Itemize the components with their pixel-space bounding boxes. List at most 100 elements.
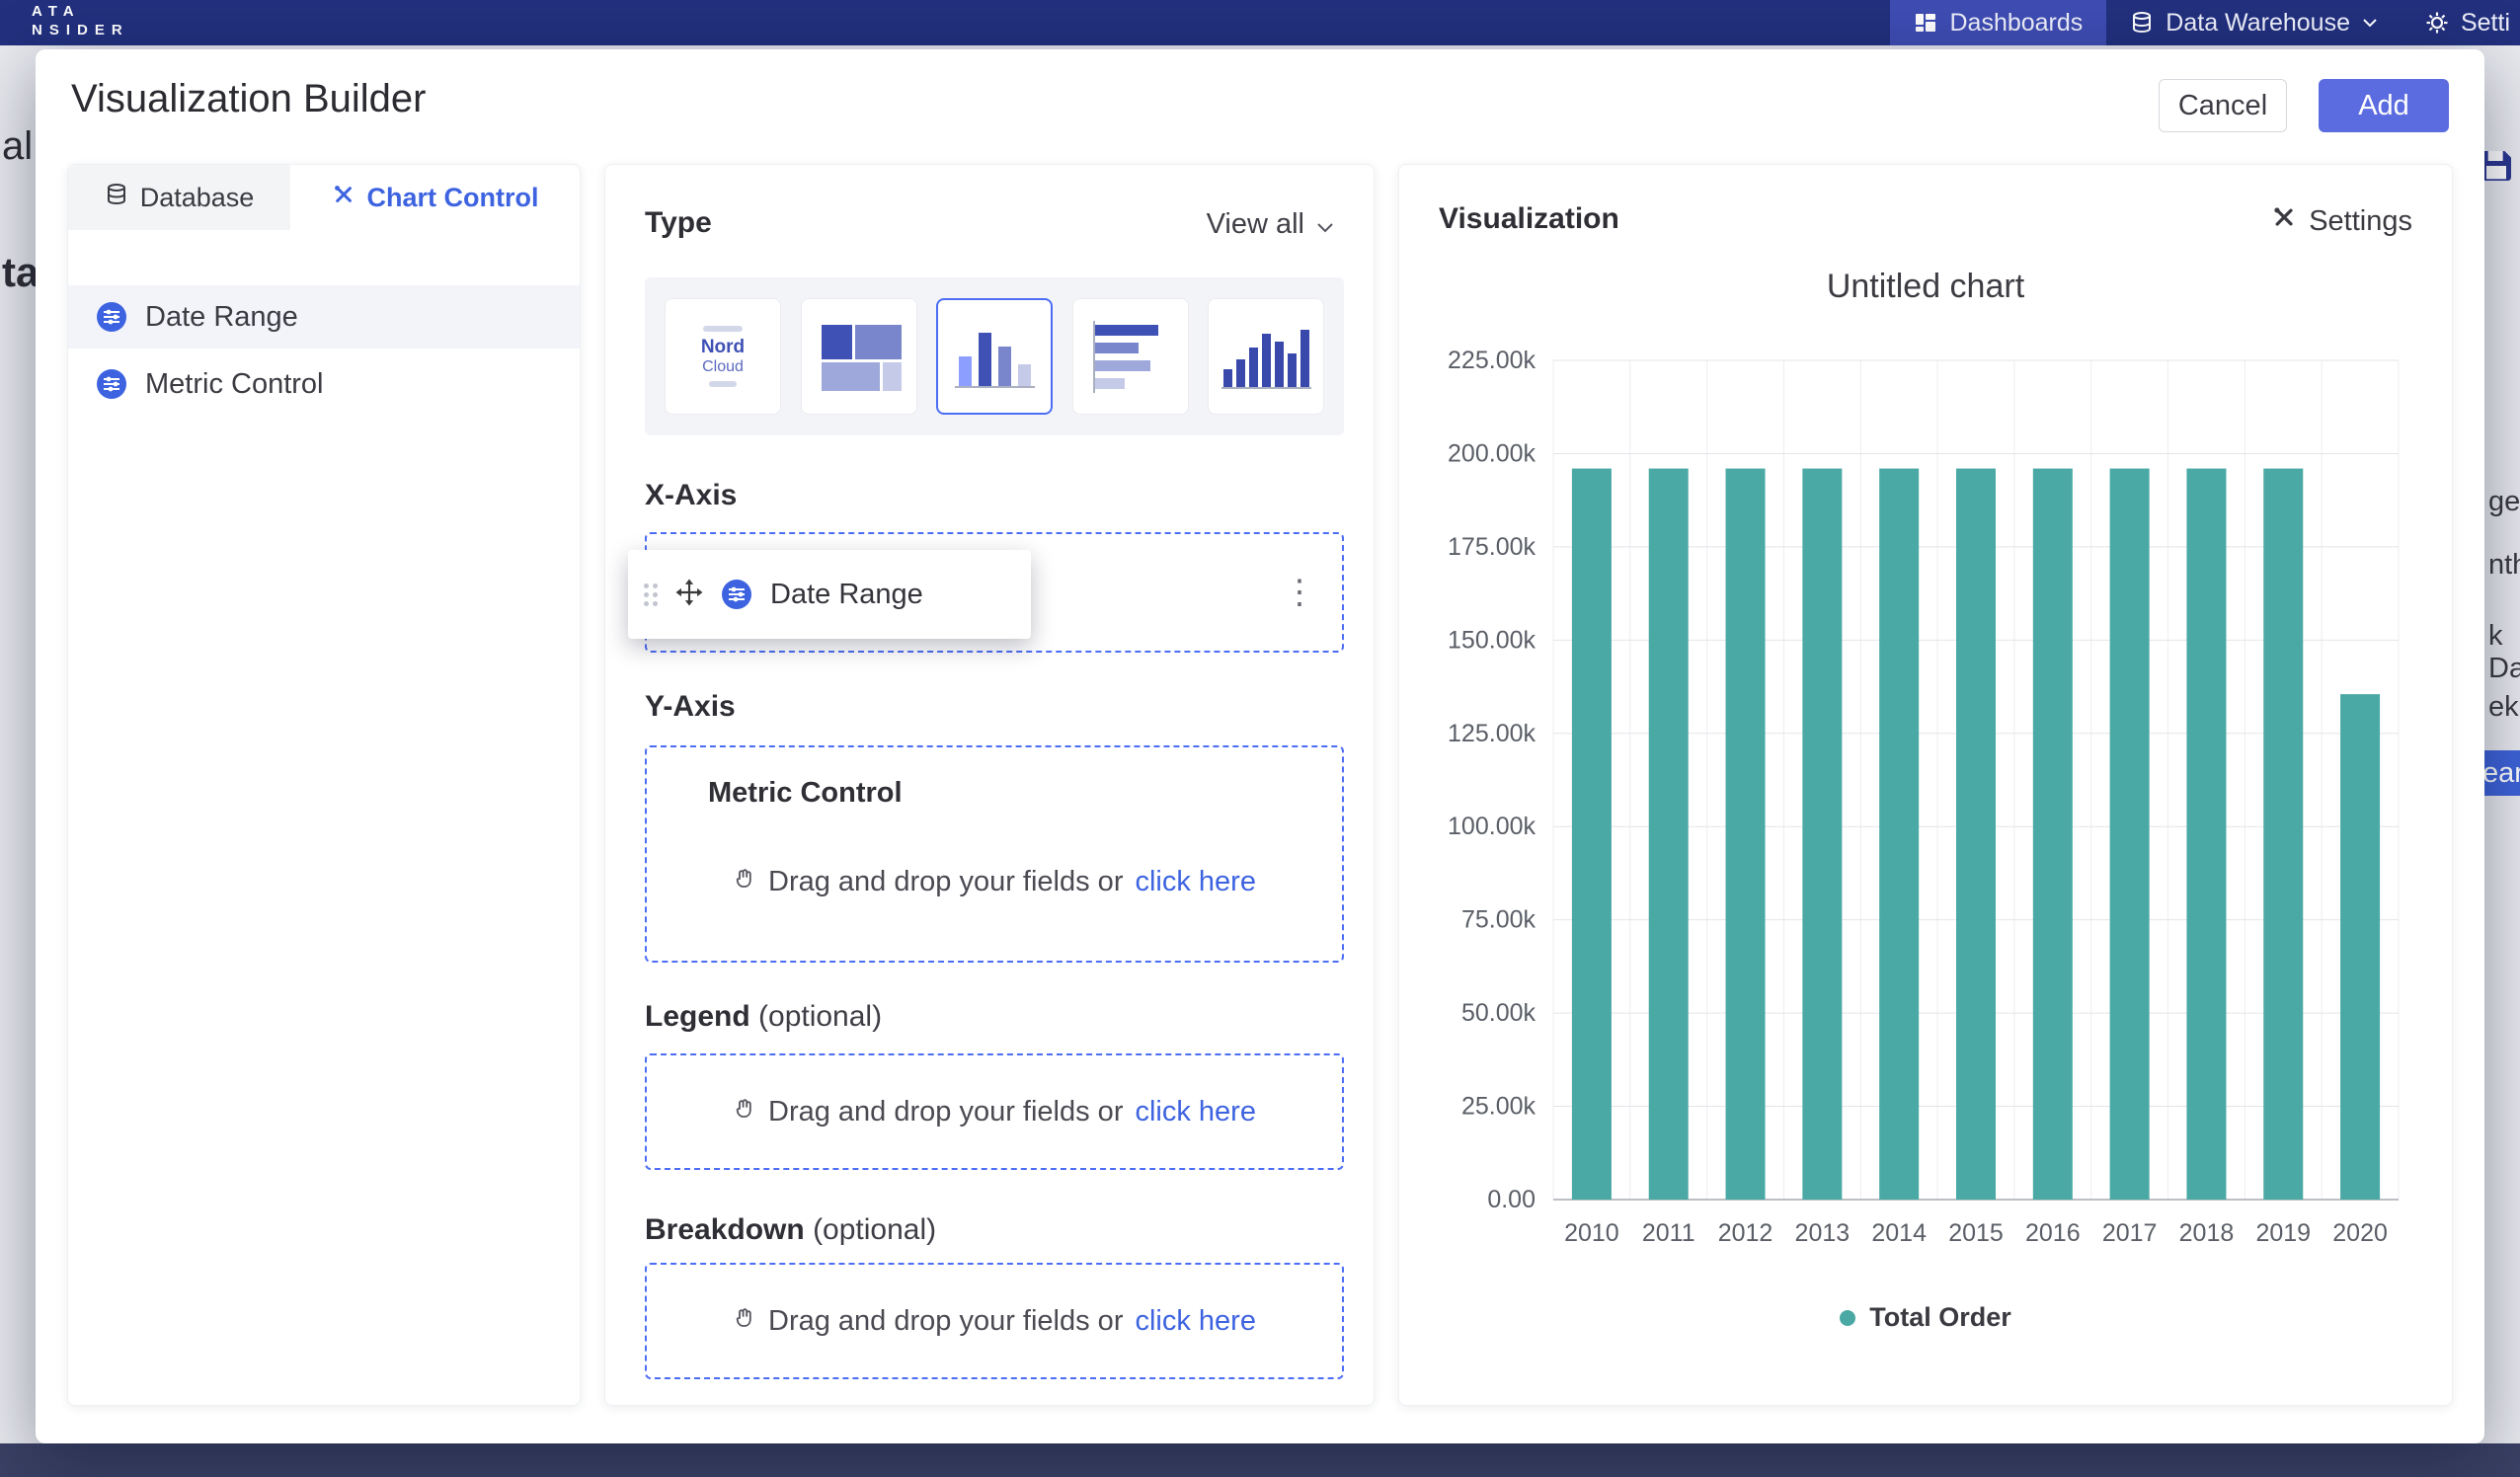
- chart-area: 0.0025.00k50.00k75.00k100.00k125.00k150.…: [1427, 327, 2424, 1280]
- x-tick-label: 2010: [1564, 1219, 1619, 1247]
- y-tick-label: 125.00k: [1448, 720, 1536, 747]
- horizontal-bar-icon: [1093, 321, 1168, 393]
- chart-bar: [1726, 469, 1766, 1200]
- chart-bar: [2033, 469, 2073, 1200]
- legend-series-label: Total Order: [1869, 1302, 2011, 1333]
- chart-type-bar[interactable]: [936, 298, 1053, 415]
- chart-type-column[interactable]: [1208, 298, 1324, 415]
- dragged-field-chip[interactable]: Date Range: [628, 550, 1031, 639]
- x-tick-label: 2013: [1795, 1219, 1851, 1247]
- drag-hand-icon: [733, 1305, 756, 1338]
- nav-data-warehouse-label: Data Warehouse: [2166, 9, 2350, 38]
- chart-type-list: Nord Cloud: [645, 277, 1344, 435]
- x-tick-label: 2014: [1871, 1219, 1927, 1247]
- chart-type-treemap[interactable]: [801, 298, 917, 415]
- x-tick-label: 2018: [2179, 1219, 2235, 1247]
- background-text-fragment: nthly: [2488, 549, 2520, 582]
- y-axis-section-label: Y-Axis: [645, 690, 736, 724]
- x-tick-label: 2017: [2102, 1219, 2158, 1247]
- nav-settings[interactable]: Setti: [2402, 0, 2520, 45]
- visualization-panel: Visualization Settings Untitled chart 0.…: [1398, 164, 2453, 1406]
- y-tick-label: 100.00k: [1448, 813, 1536, 840]
- drag-hand-icon: [733, 866, 756, 898]
- x-tick-label: 2016: [2025, 1219, 2081, 1247]
- settings-button[interactable]: Settings: [2271, 204, 2412, 238]
- y-tick-label: 175.00k: [1448, 533, 1536, 561]
- chart-bar: [1572, 469, 1612, 1200]
- tools-icon: [332, 183, 355, 213]
- app-footer: [0, 1443, 2520, 1477]
- legend-section-label: Legend (optional): [645, 1000, 882, 1034]
- breakdown-dropzone[interactable]: Drag and drop your fields or click here: [645, 1263, 1344, 1379]
- y-axis-dropzone[interactable]: Metric Control Drag and drop your fields…: [645, 745, 1344, 963]
- field-item-label: Date Range: [145, 301, 298, 334]
- cancel-button[interactable]: Cancel: [2159, 79, 2287, 132]
- nav-settings-label: Setti: [2461, 9, 2510, 38]
- field-item-metric-control[interactable]: Metric Control: [68, 352, 580, 416]
- drop-hint-text: Drag and drop your fields or: [768, 866, 1123, 898]
- click-here-link[interactable]: click here: [1135, 866, 1256, 898]
- tab-database-label: Database: [140, 183, 255, 213]
- nav-dashboards-label: Dashboards: [1949, 9, 2083, 38]
- breakdown-section-label: Breakdown (optional): [645, 1213, 936, 1247]
- warehouse-icon: [2130, 11, 2154, 35]
- x-tick-label: 2012: [1718, 1219, 1773, 1247]
- y-tick-label: 75.00k: [1461, 906, 1536, 934]
- chart-legend: Total Order: [1399, 1302, 2452, 1333]
- drop-hint: Drag and drop your fields or click here: [647, 866, 1342, 898]
- visualization-builder-modal: Visualization Builder Cancel Add Databas…: [36, 49, 2484, 1443]
- move-icon: [675, 579, 703, 611]
- drop-hint: Drag and drop your fields or click here: [733, 1096, 1256, 1128]
- click-here-link[interactable]: click here: [1135, 1096, 1256, 1128]
- drop-hint-text: Drag and drop your fields or: [768, 1305, 1123, 1338]
- type-section-label: Type: [645, 206, 712, 240]
- view-all-dropdown[interactable]: View all: [1207, 208, 1334, 241]
- x-tick-label: 2019: [2255, 1219, 2311, 1247]
- background-text-fragment: ekly: [2488, 691, 2520, 724]
- background-text-fragment: al: [2, 124, 33, 169]
- chart-type-wordcloud[interactable]: Nord Cloud: [665, 298, 781, 415]
- chart-bar: [2340, 694, 2380, 1200]
- control-icon: [96, 301, 127, 333]
- nav-dashboards[interactable]: Dashboards: [1890, 0, 2106, 45]
- x-tick-label: 2015: [1948, 1219, 2004, 1247]
- tab-chart-control-label: Chart Control: [367, 183, 539, 213]
- legend-dropzone[interactable]: Drag and drop your fields or click here: [645, 1053, 1344, 1170]
- drag-hand-icon: [733, 1096, 756, 1128]
- y-tick-label: 50.00k: [1461, 999, 1536, 1027]
- app-logo: ATA NSIDER: [32, 2, 129, 39]
- logo-line1: ATA: [32, 2, 129, 21]
- chart-bar: [2110, 469, 2150, 1200]
- chart-type-horizontal-bar[interactable]: [1072, 298, 1189, 415]
- field-item-date-range[interactable]: Date Range: [68, 285, 580, 349]
- add-button[interactable]: Add: [2319, 79, 2449, 132]
- chart-bar: [1879, 469, 1919, 1200]
- control-icon: [96, 368, 127, 400]
- y-tick-label: 0.00: [1487, 1186, 1536, 1213]
- bar-chart-svg: 0.0025.00k50.00k75.00k100.00k125.00k150.…: [1427, 327, 2424, 1275]
- wordcloud-icon: Nord Cloud: [701, 321, 745, 392]
- chart-builder-panel: Type View all Nord Cloud: [604, 164, 1375, 1406]
- tab-chart-control[interactable]: Chart Control: [290, 165, 580, 230]
- dragged-field-label: Date Range: [770, 579, 923, 611]
- control-icon: [721, 579, 752, 610]
- database-icon: [105, 183, 128, 213]
- x-axis-section-label: X-Axis: [645, 479, 737, 512]
- y-tick-label: 25.00k: [1461, 1093, 1536, 1121]
- tab-database[interactable]: Database: [68, 165, 290, 230]
- fields-panel: Database Chart Control Date Range Metric…: [67, 164, 581, 1406]
- kebab-menu-icon[interactable]: ⋮: [1283, 573, 1316, 612]
- bar-chart-icon: [955, 325, 1035, 388]
- click-here-link[interactable]: click here: [1135, 1305, 1256, 1338]
- chart-bar: [1649, 469, 1689, 1200]
- y-axis-group-label: Metric Control: [708, 777, 903, 810]
- x-tick-label: 2020: [2332, 1219, 2388, 1247]
- drop-hint-text: Drag and drop your fields or: [768, 1096, 1123, 1128]
- chart-bar: [2263, 469, 2303, 1200]
- treemap-icon: [822, 325, 897, 388]
- visualization-heading: Visualization: [1439, 202, 1619, 236]
- field-item-label: Metric Control: [145, 368, 324, 401]
- x-tick-label: 2011: [1642, 1219, 1695, 1247]
- chevron-down-icon: [1316, 208, 1334, 241]
- nav-data-warehouse[interactable]: Data Warehouse: [2106, 0, 2402, 45]
